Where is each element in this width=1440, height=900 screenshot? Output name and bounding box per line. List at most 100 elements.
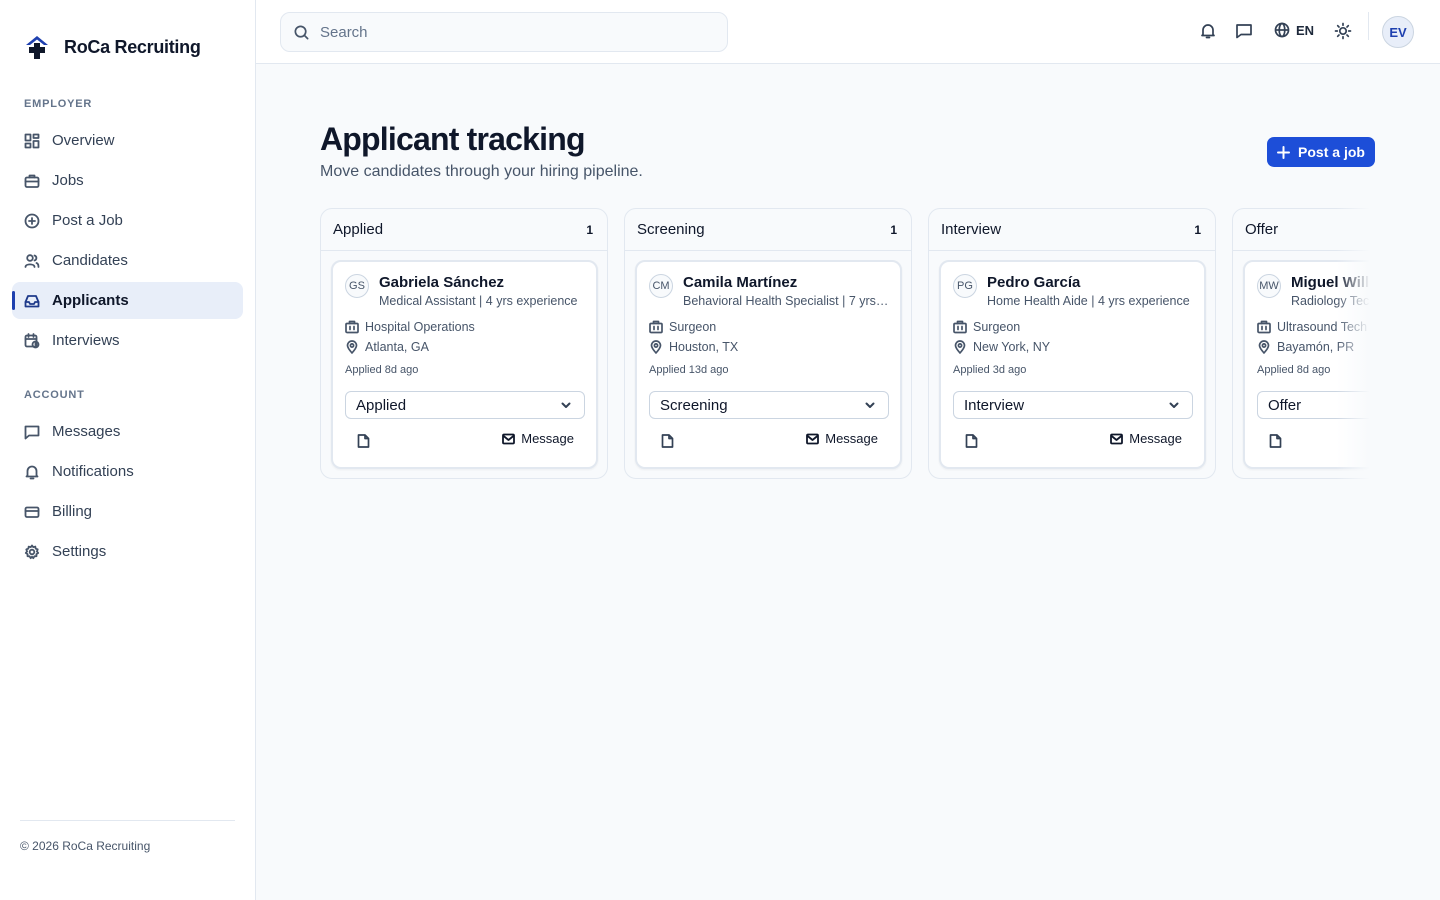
stage-select[interactable]: Offer bbox=[1257, 391, 1376, 419]
candidate-role: Behavioral Health Specialist | 7 yrs exp… bbox=[683, 294, 889, 308]
copyright: © 2026 RoCa Recruiting bbox=[20, 839, 151, 853]
pipeline-column-offer: Offer 1 MW Miguel Williams Radiology Tec… bbox=[1232, 208, 1376, 479]
pipeline-column-screening: Screening 1 CM Camila Martínez Behaviora… bbox=[624, 208, 912, 479]
pipeline-board: Applied 1 GS Gabriela Sánchez Medical As… bbox=[320, 208, 1376, 488]
sidebar-item-candidates[interactable]: Candidates bbox=[12, 242, 243, 279]
pipeline-column-applied: Applied 1 GS Gabriela Sánchez Medical As… bbox=[320, 208, 608, 479]
candidate-card[interactable]: MW Miguel Williams Radiology Technician … bbox=[1243, 260, 1376, 469]
sidebar-item-label: Messages bbox=[52, 423, 121, 440]
message-candidate-button[interactable]: Message bbox=[1110, 431, 1182, 446]
candidate-card[interactable]: CM Camila Martínez Behavioral Health Spe… bbox=[635, 260, 902, 469]
stage-selected-value: Applied bbox=[356, 396, 407, 414]
map-pin-icon bbox=[345, 340, 359, 354]
header-divider bbox=[1368, 12, 1369, 40]
column-count: 1 bbox=[586, 222, 593, 237]
stage-selected-value: Interview bbox=[964, 396, 1025, 414]
messages-button[interactable] bbox=[1235, 22, 1253, 40]
department-label: Surgeon bbox=[973, 320, 1021, 334]
sidebar-item-jobs[interactable]: Jobs bbox=[12, 162, 243, 199]
sun-icon bbox=[1334, 22, 1352, 40]
candidate-name[interactable]: Miguel Williams bbox=[1291, 274, 1376, 291]
candidate-card[interactable]: PG Pedro García Home Health Aide | 4 yrs… bbox=[939, 260, 1206, 469]
sidebar-item-label: Notifications bbox=[52, 463, 134, 480]
sidebar-item-label: Billing bbox=[52, 503, 93, 520]
sidebar-item-label: Candidates bbox=[52, 252, 128, 269]
sidebar-item-messages[interactable]: Messages bbox=[12, 413, 243, 450]
document-icon bbox=[357, 434, 370, 448]
sidebar-item-post-a-job[interactable]: Post a Job bbox=[12, 202, 243, 239]
stage-select[interactable]: Interview bbox=[953, 391, 1193, 419]
mail-icon bbox=[502, 433, 516, 445]
column-title: Applied bbox=[333, 221, 384, 238]
column-header: Interview 1 bbox=[929, 209, 1215, 251]
gear-icon bbox=[24, 544, 40, 560]
sidebar-item-label: Interviews bbox=[52, 332, 120, 349]
sidebar-item-label: Jobs bbox=[52, 172, 84, 189]
candidate-avatar: MW bbox=[1257, 274, 1281, 298]
candidate-department: Surgeon bbox=[649, 320, 716, 334]
sidebar-item-label: Post a Job bbox=[52, 212, 123, 229]
message-label: Message bbox=[521, 431, 574, 446]
sidebar-item-applicants[interactable]: Applicants bbox=[12, 282, 243, 319]
sidebar-item-notifications[interactable]: Notifications bbox=[12, 453, 243, 490]
candidate-department: Hospital Operations bbox=[345, 320, 475, 334]
message-label: Message bbox=[1129, 431, 1182, 446]
candidate-department: Ultrasound Tech bbox=[1257, 320, 1367, 334]
sidebar-item-settings[interactable]: Settings bbox=[12, 533, 243, 570]
mail-icon bbox=[806, 433, 820, 445]
notifications-button[interactable] bbox=[1199, 22, 1217, 40]
candidate-name[interactable]: Pedro García bbox=[987, 274, 1080, 291]
message-candidate-button[interactable]: Message bbox=[502, 431, 574, 446]
language-label: EN bbox=[1296, 22, 1315, 38]
sidebar-item-interviews[interactable]: Interviews bbox=[12, 322, 243, 359]
sidebar-item-billing[interactable]: Billing bbox=[12, 493, 243, 530]
language-selector[interactable]: EN bbox=[1274, 22, 1314, 38]
map-pin-icon bbox=[953, 340, 967, 354]
theme-toggle-button[interactable] bbox=[1334, 22, 1352, 40]
mail-icon bbox=[1110, 433, 1124, 445]
sidebar-item-overview[interactable]: Overview bbox=[12, 122, 243, 159]
bell-icon bbox=[24, 464, 40, 480]
message-icon bbox=[1235, 22, 1253, 40]
search-icon bbox=[293, 24, 310, 41]
map-pin-icon bbox=[1257, 340, 1271, 354]
account-section-heading: ACCOUNT bbox=[24, 389, 85, 401]
resume-button[interactable] bbox=[1269, 434, 1282, 448]
stage-select[interactable]: Screening bbox=[649, 391, 889, 419]
globe-icon bbox=[1274, 22, 1290, 38]
location-label: Houston, TX bbox=[669, 340, 739, 354]
resume-button[interactable] bbox=[965, 434, 978, 448]
post-job-button[interactable]: Post a job bbox=[1267, 137, 1375, 167]
department-label: Ultrasound Tech bbox=[1277, 320, 1368, 334]
location-label: Atlanta, GA bbox=[365, 340, 429, 354]
search-input[interactable] bbox=[320, 23, 710, 41]
user-avatar[interactable]: EV bbox=[1382, 16, 1414, 48]
employer-section-heading: EMPLOYER bbox=[24, 98, 93, 110]
applied-date: Applied 8d ago bbox=[1257, 364, 1331, 376]
building-icon bbox=[953, 320, 967, 334]
search-box[interactable] bbox=[280, 12, 728, 52]
candidate-name[interactable]: Gabriela Sánchez bbox=[379, 274, 504, 291]
candidate-role: Medical Assistant | 4 yrs experience bbox=[379, 294, 578, 308]
candidate-card[interactable]: GS Gabriela Sánchez Medical Assistant | … bbox=[331, 260, 598, 469]
candidate-avatar: CM bbox=[649, 274, 673, 298]
resume-button[interactable] bbox=[661, 434, 674, 448]
brand[interactable]: RoCa Recruiting bbox=[24, 34, 201, 60]
map-pin-icon bbox=[649, 340, 663, 354]
brand-name: RoCa Recruiting bbox=[64, 36, 201, 57]
candidate-department: Surgeon bbox=[953, 320, 1020, 334]
stage-select[interactable]: Applied bbox=[345, 391, 585, 419]
column-count: 1 bbox=[890, 222, 897, 237]
message-candidate-button[interactable]: Message bbox=[806, 431, 878, 446]
sidebar: RoCa Recruiting EMPLOYER Overview Jobs P… bbox=[0, 0, 256, 900]
department-label: Hospital Operations bbox=[365, 320, 475, 334]
candidate-role: Home Health Aide | 4 yrs experience bbox=[987, 294, 1190, 308]
resume-button[interactable] bbox=[357, 434, 370, 448]
sidebar-item-label: Settings bbox=[52, 543, 107, 560]
message-label: Message bbox=[825, 431, 878, 446]
page-title: Applicant tracking bbox=[320, 121, 586, 157]
candidate-name[interactable]: Camila Martínez bbox=[683, 274, 797, 291]
page-subtitle: Move candidates through your hiring pipe… bbox=[320, 163, 643, 180]
top-header: EN EV bbox=[256, 0, 1440, 64]
sidebar-divider bbox=[20, 820, 235, 821]
